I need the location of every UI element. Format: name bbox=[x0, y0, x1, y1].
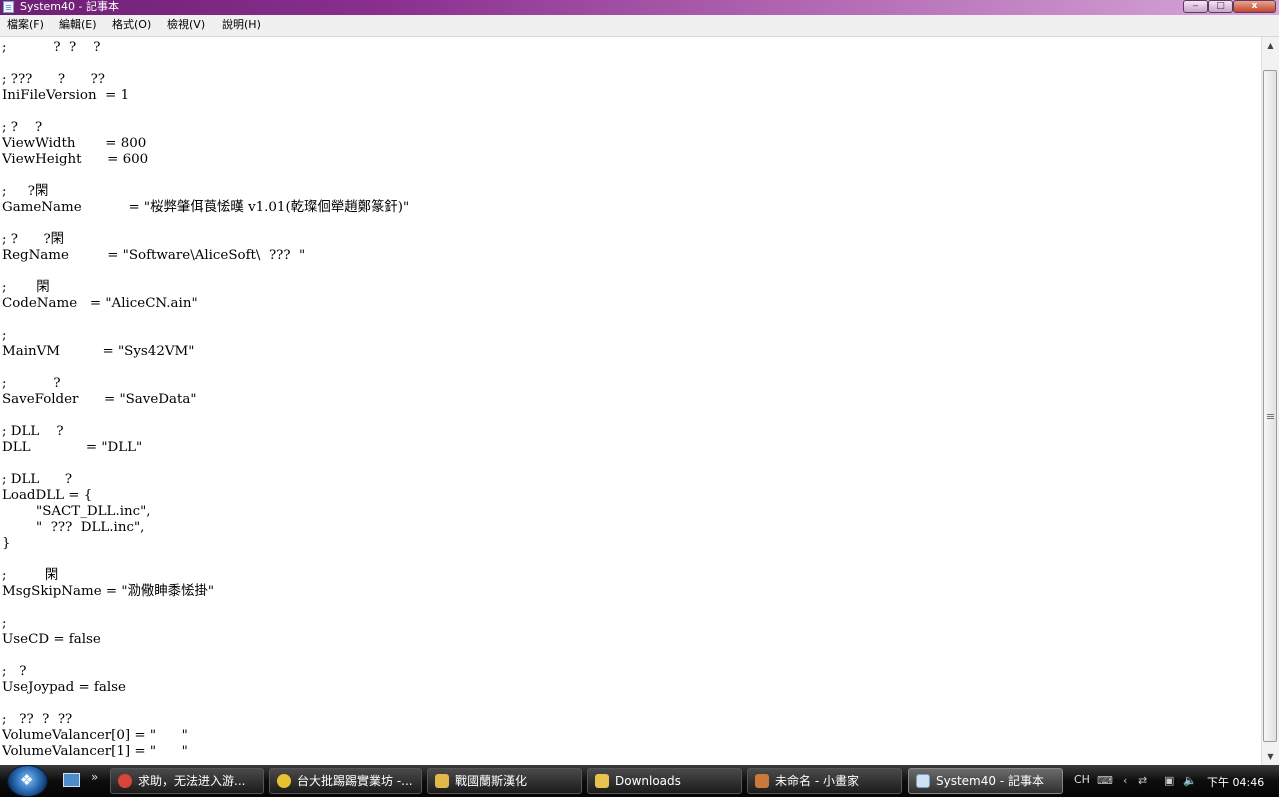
paint-icon bbox=[755, 774, 769, 788]
window-title: System40 - 記事本 bbox=[20, 0, 119, 13]
editor-content[interactable]: ; ? ? ? ; ??? ? ?? IniFileVersion = 1 ; … bbox=[0, 37, 1261, 760]
text-editor[interactable]: ; ? ? ? ; ??? ? ?? IniFileVersion = 1 ; … bbox=[0, 37, 1261, 765]
taskbar-item-label: System40 - 記事本 bbox=[936, 774, 1044, 788]
close-button[interactable]: x bbox=[1233, 0, 1276, 13]
maximize-button[interactable]: □ bbox=[1208, 0, 1233, 13]
title-bar[interactable]: System40 - 記事本 ‒ □ x bbox=[0, 0, 1279, 15]
show-desktop-icon[interactable] bbox=[63, 773, 80, 787]
language-indicator[interactable]: CH bbox=[1074, 773, 1090, 786]
keyboard-icon[interactable]: ⌨ bbox=[1097, 774, 1113, 787]
taskbar: » 求助，无法进入游... 台大批踢踢實業坊 -... 戰國蘭斯漢化 Downl… bbox=[0, 765, 1279, 797]
taskbar-item-label: 台大批踢踢實業坊 -... bbox=[297, 774, 413, 788]
taskbar-item-downloads[interactable]: Downloads bbox=[587, 768, 742, 794]
menu-view[interactable]: 檢視(V) bbox=[167, 18, 205, 32]
taskbar-item-chrome[interactable]: 求助，无法进入游... bbox=[110, 768, 264, 794]
taskbar-item-folder-rance[interactable]: 戰國蘭斯漢化 bbox=[427, 768, 582, 794]
quicklaunch-more-icon[interactable]: » bbox=[91, 770, 98, 784]
menu-file[interactable]: 檔案(F) bbox=[7, 18, 44, 32]
notepad-icon bbox=[3, 1, 14, 13]
taskbar-item-label: 求助，无法进入游... bbox=[138, 774, 246, 788]
chrome-icon bbox=[118, 774, 132, 788]
volume-icon[interactable]: 🔈 bbox=[1183, 774, 1197, 787]
taskbar-item-label: Downloads bbox=[615, 774, 681, 788]
taskbar-item-notepad[interactable]: System40 - 記事本 bbox=[908, 768, 1063, 794]
taskbar-item-ptt[interactable]: 台大批踢踢實業坊 -... bbox=[269, 768, 422, 794]
chevron-left-icon[interactable]: ‹ bbox=[1123, 774, 1127, 787]
notepad-icon bbox=[916, 774, 930, 788]
menu-bar: 檔案(F) 編輯(E) 格式(O) 檢視(V) 說明(H) bbox=[0, 15, 1279, 37]
taskbar-item-paint[interactable]: 未命名 - 小畫家 bbox=[747, 768, 902, 794]
grip-icon bbox=[1267, 414, 1274, 415]
network-icon[interactable]: ⇄ bbox=[1138, 774, 1147, 787]
clock[interactable]: 下午 04:46 bbox=[1207, 774, 1264, 790]
folder-icon bbox=[595, 774, 609, 788]
menu-help[interactable]: 說明(H) bbox=[222, 18, 261, 32]
scroll-up-icon[interactable]: ▲ bbox=[1263, 37, 1278, 54]
folder-icon bbox=[435, 774, 449, 788]
menu-edit[interactable]: 編輯(E) bbox=[59, 18, 97, 32]
vertical-scrollbar[interactable]: ▲ ▼ bbox=[1261, 37, 1279, 765]
search-icon bbox=[277, 774, 291, 788]
scroll-down-icon[interactable]: ▼ bbox=[1263, 748, 1278, 765]
taskbar-item-label: 未命名 - 小畫家 bbox=[775, 774, 859, 788]
taskbar-item-label: 戰國蘭斯漢化 bbox=[455, 774, 528, 788]
menu-format[interactable]: 格式(O) bbox=[112, 18, 151, 32]
start-button[interactable] bbox=[7, 765, 48, 797]
monitor-icon[interactable]: ▣ bbox=[1164, 774, 1174, 787]
scrollbar-thumb[interactable] bbox=[1263, 70, 1277, 742]
minimize-button[interactable]: ‒ bbox=[1183, 0, 1208, 13]
